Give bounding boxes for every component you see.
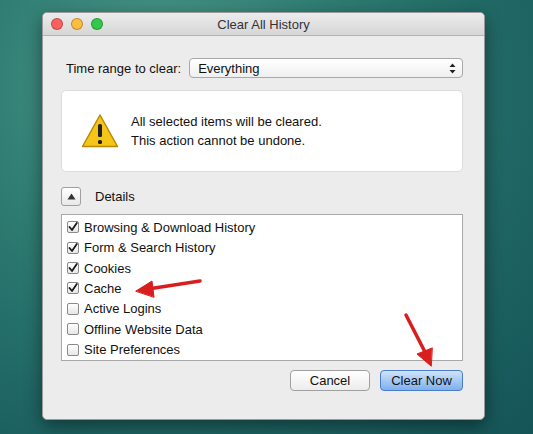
time-range-value: Everything bbox=[198, 61, 259, 76]
time-range-row: Time range to clear: Everything bbox=[61, 58, 463, 78]
checkbox-row[interactable]: Browsing & Download History bbox=[67, 217, 462, 237]
checkbox-label: Active Logins bbox=[84, 301, 161, 316]
details-label: Details bbox=[95, 189, 135, 204]
checkbox-row[interactable]: Site Preferences bbox=[67, 340, 462, 360]
checkbox[interactable] bbox=[67, 323, 79, 335]
checkbox-label: Form & Search History bbox=[84, 240, 215, 255]
warning-icon bbox=[81, 113, 119, 149]
minimize-button[interactable] bbox=[71, 18, 83, 30]
zoom-button[interactable] bbox=[91, 18, 103, 30]
button-row: Cancel Clear Now bbox=[61, 370, 463, 391]
checkbox[interactable] bbox=[67, 303, 79, 315]
triangle-up-icon bbox=[67, 193, 76, 200]
checkbox-label: Cookies bbox=[84, 261, 131, 276]
desktop: Clear All History Time range to clear: Eve… bbox=[0, 0, 533, 434]
checkmark-icon bbox=[68, 222, 78, 232]
time-range-select[interactable]: Everything bbox=[189, 58, 463, 78]
annotation-arrows-icon bbox=[0, 0, 533, 434]
checkbox[interactable] bbox=[67, 242, 79, 254]
checkbox-row[interactable]: Cookies bbox=[67, 258, 462, 278]
checkbox[interactable] bbox=[67, 282, 79, 294]
warning-box: All selected items will be cleared.This … bbox=[61, 90, 463, 172]
checkbox[interactable] bbox=[67, 262, 79, 274]
close-button[interactable] bbox=[51, 18, 63, 30]
window-title: Clear All History bbox=[217, 17, 309, 32]
warning-text: All selected items will be cleared.This … bbox=[131, 112, 322, 150]
checkbox-label: Cache bbox=[84, 281, 122, 296]
checkbox[interactable] bbox=[67, 221, 79, 233]
items-list: Browsing & Download History Form & Search… bbox=[61, 214, 463, 361]
checkbox-label: Offline Website Data bbox=[84, 322, 203, 337]
dialog-body: Time range to clear: Everything All select… bbox=[43, 36, 484, 391]
time-range-label: Time range to clear: bbox=[66, 61, 181, 76]
cancel-button[interactable]: Cancel bbox=[290, 370, 370, 391]
checkmark-icon bbox=[68, 243, 78, 253]
warning-line: All selected items will be cleared. bbox=[131, 112, 322, 131]
title-bar: Clear All History bbox=[43, 13, 484, 36]
details-toggle[interactable] bbox=[61, 187, 81, 206]
dialog-window: Clear All History Time range to clear: Eve… bbox=[42, 12, 485, 420]
checkbox-row[interactable]: Cache bbox=[67, 278, 462, 298]
checkbox-row[interactable]: Form & Search History bbox=[67, 237, 462, 257]
warning-line: This action cannot be undone. bbox=[131, 131, 322, 150]
details-row: Details bbox=[61, 187, 463, 206]
checkbox[interactable] bbox=[67, 344, 79, 356]
checkbox-row[interactable]: Offline Website Data bbox=[67, 319, 462, 339]
checkbox-label: Site Preferences bbox=[84, 342, 180, 357]
updown-arrows-icon bbox=[449, 63, 456, 74]
checkbox-row[interactable]: Active Logins bbox=[67, 299, 462, 319]
window-controls bbox=[51, 18, 103, 30]
default-button[interactable]: Clear Now bbox=[380, 370, 463, 391]
checkbox-label: Browsing & Download History bbox=[84, 220, 255, 235]
checkmark-icon bbox=[68, 283, 78, 293]
checkmark-icon bbox=[68, 263, 78, 273]
